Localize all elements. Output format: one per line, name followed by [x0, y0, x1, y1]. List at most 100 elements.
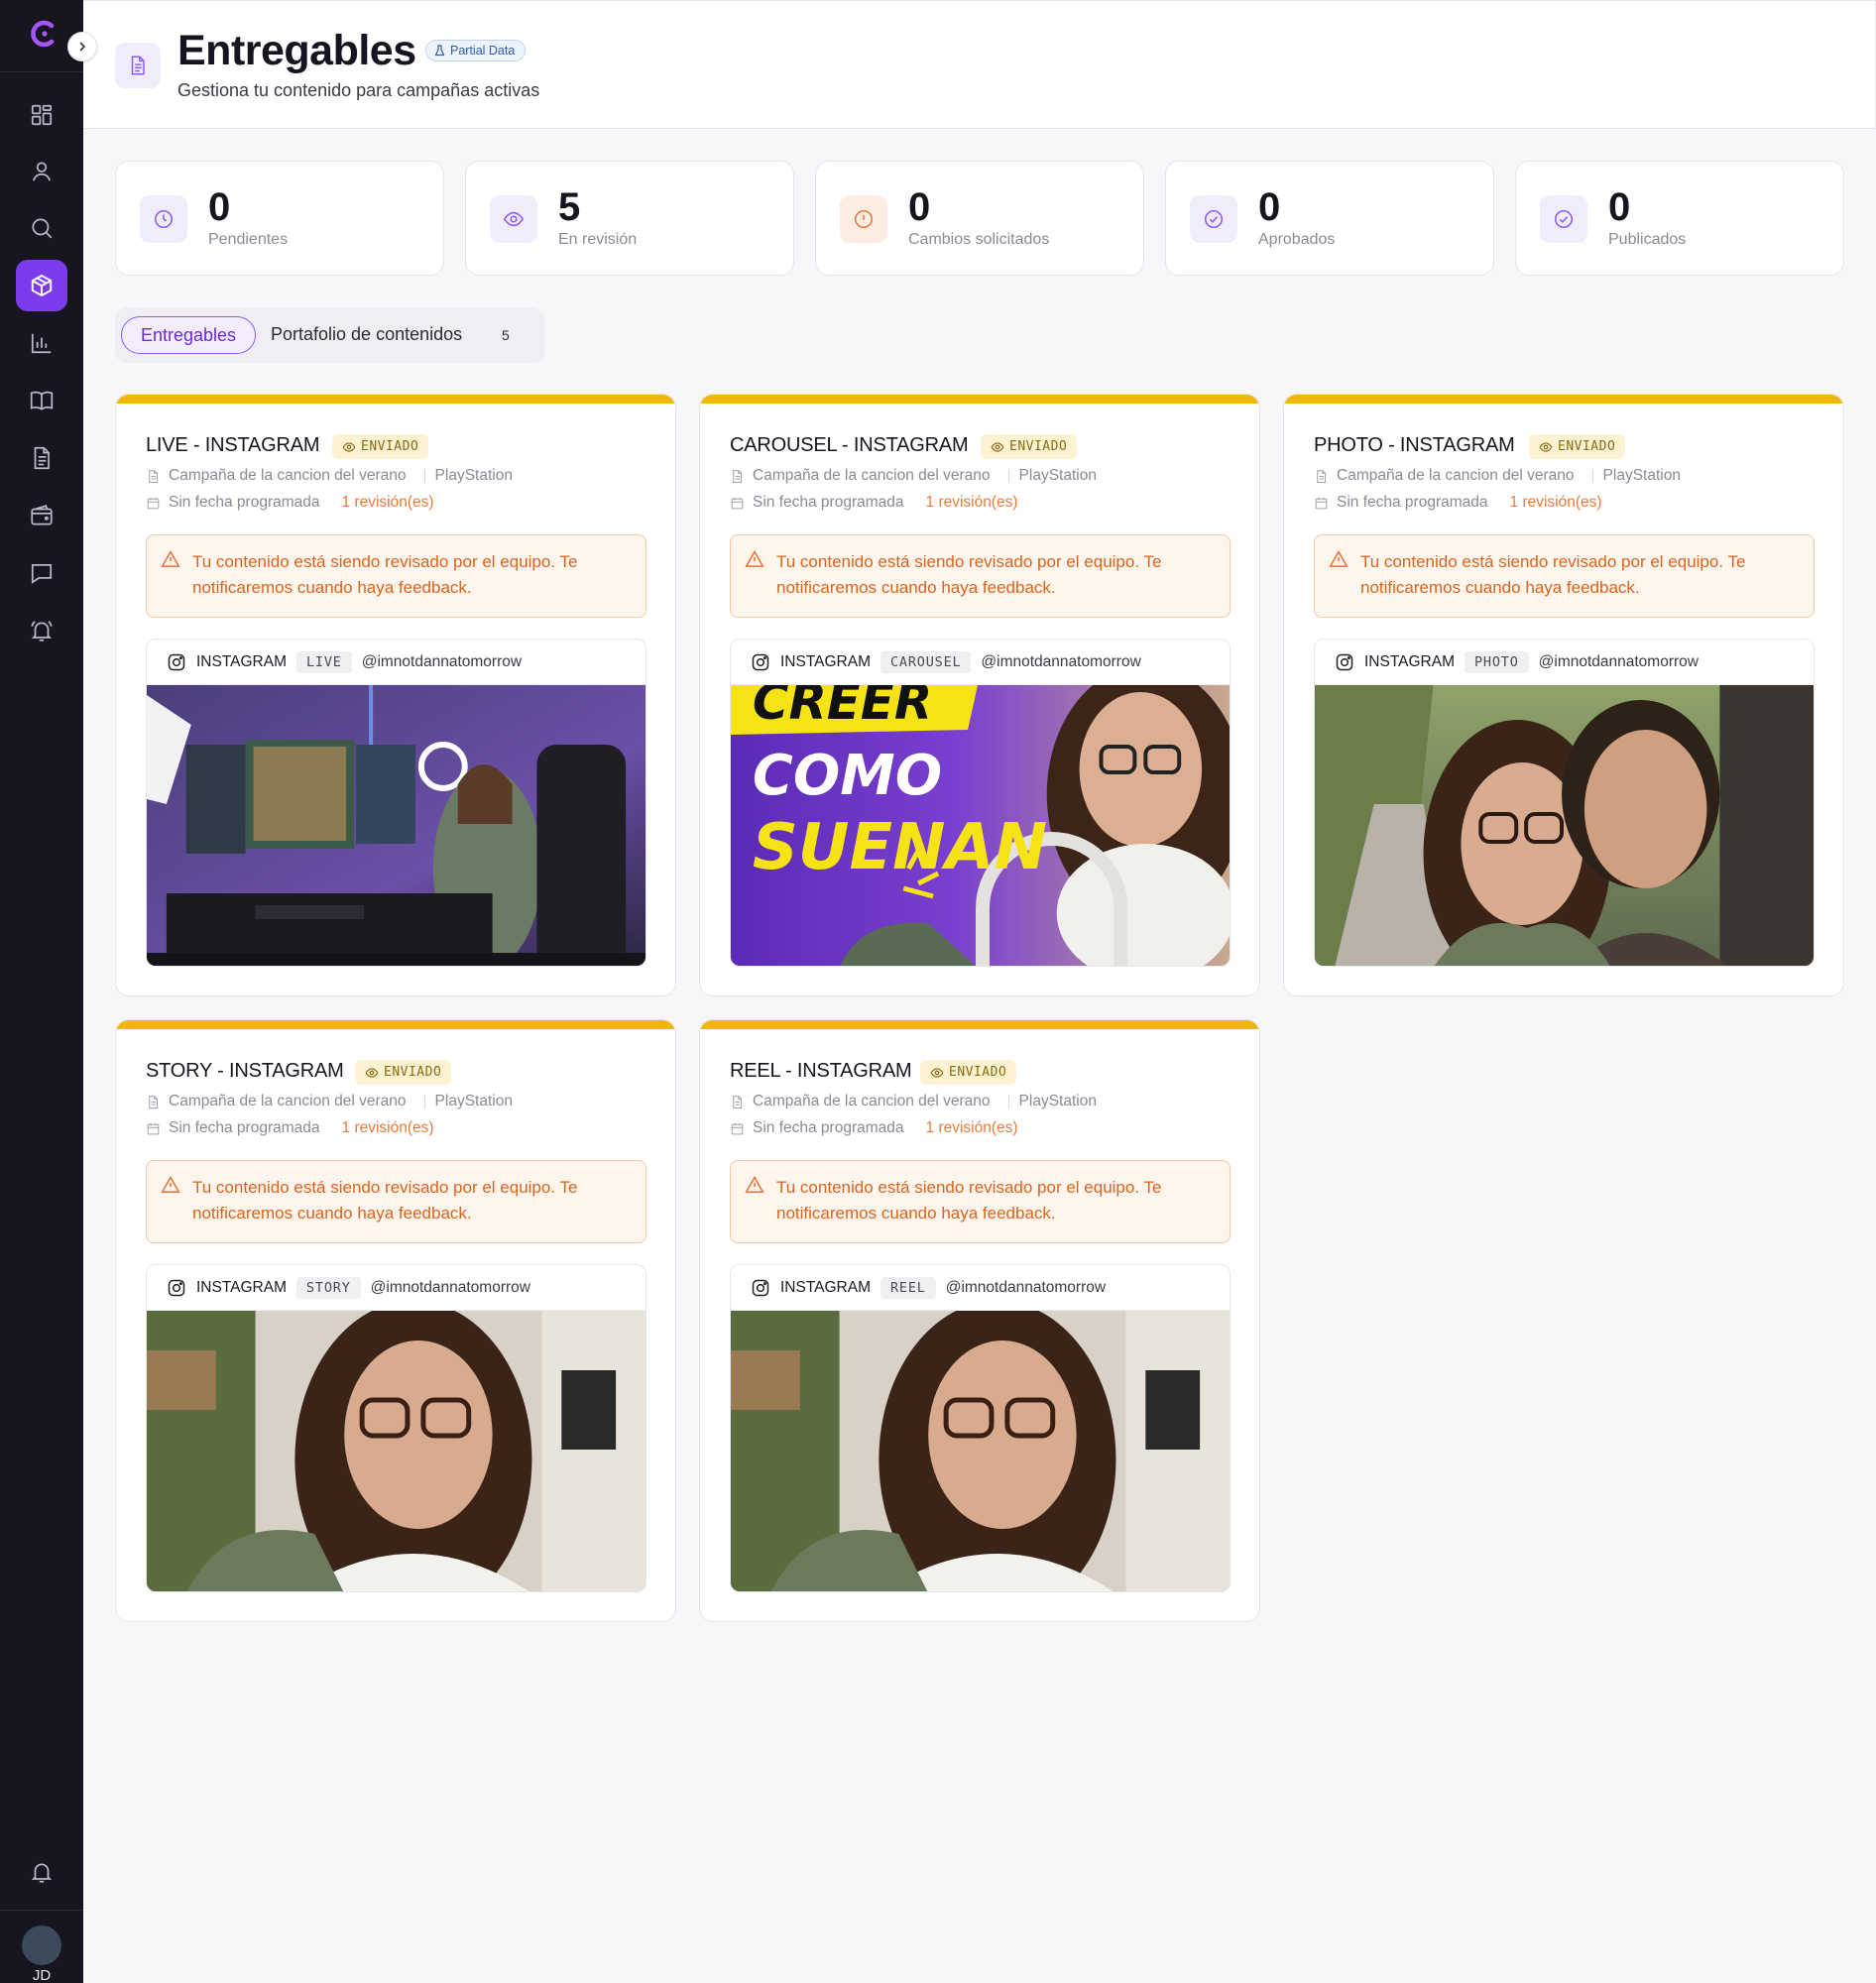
status-badge: ENVIADO — [355, 1060, 452, 1085]
chat-icon — [31, 564, 53, 584]
alert-message: Tu contenido está siendo revisado por el… — [776, 552, 1162, 597]
meta-divider — [1591, 469, 1593, 483]
stat-label: En revisión — [558, 231, 638, 248]
creator-handle: @imnotdannatomorrow — [361, 652, 523, 670]
media-preview[interactable]: INSTAGRAM STORY @imnotdannatomorrow — [146, 1264, 646, 1592]
brand-name: PlayStation — [1018, 467, 1097, 484]
stat-icon-wrap — [490, 195, 537, 243]
sidebar-item-guides[interactable] — [16, 375, 67, 426]
revision-count[interactable]: 1 revisión(es) — [1510, 494, 1602, 512]
sidebar-toggle-button[interactable] — [67, 32, 97, 61]
instagram-icon — [168, 653, 185, 670]
campaign-row: Campaña de la cancion del verano PlaySta… — [1314, 467, 1681, 485]
deliverable-title: PHOTO - INSTAGRAM — [1314, 434, 1515, 456]
document-icon — [34, 446, 50, 470]
campaign-name[interactable]: Campaña de la cancion del verano — [1337, 467, 1575, 485]
document-icon — [131, 56, 145, 75]
deliverable-card[interactable]: LIVE - INSTAGRAM ENVIADO Campaña de la c… — [115, 394, 676, 996]
platform-name: INSTAGRAM — [780, 1278, 871, 1296]
couple-selfie-photo — [1315, 685, 1814, 966]
campaign-name[interactable]: Campaña de la cancion del verano — [753, 1093, 991, 1110]
tab-portafolio[interactable]: Portafolio de contenidos — [271, 324, 462, 345]
status-badge: ENVIADO — [920, 1060, 1017, 1085]
eye-icon — [991, 441, 1004, 452]
campaign-name[interactable]: Campaña de la cancion del verano — [169, 467, 407, 485]
status-badge: ENVIADO — [981, 434, 1078, 459]
alert-message: Tu contenido está siendo revisado por el… — [192, 1178, 578, 1223]
revision-count[interactable]: 1 revisión(es) — [926, 494, 1018, 512]
format-tag: LIVE — [296, 650, 352, 673]
campaign-name[interactable]: Campaña de la cancion del verano — [169, 1093, 407, 1110]
avatar[interactable] — [22, 1925, 61, 1965]
deliverable-card[interactable]: CAROUSEL - INSTAGRAM ENVIADO Campaña de … — [699, 394, 1260, 996]
schedule-row: Sin fecha programada 1 revisión(es) — [146, 1119, 434, 1137]
gaming-setup-photo — [147, 685, 645, 966]
cover-text-line-1: CREER — [753, 685, 932, 731]
review-alert: Tu contenido está siendo revisado por el… — [730, 1160, 1231, 1243]
media-header: INSTAGRAM LIVE @imnotdannatomorrow — [147, 640, 645, 685]
stat-icon-wrap — [1540, 195, 1587, 243]
sidebar-item-documents[interactable] — [16, 432, 67, 484]
sidebar-divider — [0, 71, 83, 72]
campaign-row: Campaña de la cancion del verano PlaySta… — [730, 1093, 1097, 1110]
meta-divider — [1007, 469, 1009, 483]
eye-icon — [503, 211, 525, 227]
sidebar-item-alerts[interactable] — [16, 605, 67, 656]
stat-icon-wrap — [140, 195, 187, 243]
badge-label: Partial Data — [450, 44, 516, 58]
campaign-name[interactable]: Campaña de la cancion del verano — [753, 467, 991, 485]
revision-count[interactable]: 1 revisión(es) — [342, 1119, 434, 1137]
cover-text-line-3: SUENAN — [753, 811, 1047, 884]
media-preview[interactable]: INSTAGRAM PHOTO @imnotdannatomorrow — [1314, 639, 1815, 967]
deliverable-card[interactable]: PHOTO - INSTAGRAM ENVIADO Campaña de la … — [1283, 394, 1844, 996]
deliverable-title: STORY - INSTAGRAM — [146, 1060, 344, 1082]
document-icon — [733, 1095, 743, 1108]
stat-card-changes-requested: 0 Cambios solicitados — [815, 161, 1144, 276]
sidebar-item-analytics[interactable] — [16, 317, 67, 369]
document-icon — [1317, 469, 1327, 483]
status-label: ENVIADO — [1558, 439, 1616, 454]
stat-card-in-review: 5 En revisión — [465, 161, 794, 276]
alert-message: Tu contenido está siendo revisado por el… — [192, 552, 578, 597]
format-tag: PHOTO — [1465, 650, 1529, 673]
app-logo[interactable] — [28, 18, 59, 50]
tab-bar: Entregables Portafolio de contenidos 5 — [115, 307, 544, 363]
media-preview[interactable]: INSTAGRAM REEL @imnotdannatomorrow — [730, 1264, 1231, 1592]
meta-divider — [423, 469, 425, 483]
platform-name: INSTAGRAM — [196, 1278, 287, 1296]
revision-count[interactable]: 1 revisión(es) — [342, 494, 434, 512]
sidebar-item-dashboard[interactable] — [16, 89, 67, 141]
status-badge: ENVIADO — [1529, 434, 1626, 459]
warning-icon — [161, 1175, 180, 1193]
media-header: INSTAGRAM REEL @imnotdannatomorrow — [731, 1265, 1230, 1311]
platform-name: INSTAGRAM — [1364, 652, 1455, 670]
sidebar-item-search[interactable] — [16, 202, 67, 254]
sidebar-item-messages[interactable] — [16, 547, 67, 599]
deliverable-card[interactable]: REEL - INSTAGRAM ENVIADO Campaña de la c… — [699, 1019, 1260, 1622]
stat-label: Pendientes — [208, 231, 289, 248]
stat-value: 0 — [1608, 185, 1631, 229]
media-preview[interactable]: INSTAGRAM CAROUSEL @imnotdannatomorrow C… — [730, 639, 1231, 967]
revision-count[interactable]: 1 revisión(es) — [926, 1119, 1018, 1137]
alert-circle-icon — [854, 209, 874, 229]
stat-value: 0 — [208, 185, 231, 229]
sidebar-item-deliverables[interactable] — [16, 260, 67, 311]
deliverable-card[interactable]: STORY - INSTAGRAM ENVIADO Campaña de la … — [115, 1019, 676, 1622]
card-status-bar — [116, 395, 675, 404]
platform-name: INSTAGRAM — [780, 652, 871, 670]
media-preview[interactable]: INSTAGRAM LIVE @imnotdannatomorrow — [146, 639, 646, 967]
user-initials: JD — [32, 1967, 52, 1983]
deliverable-title: CAROUSEL - INSTAGRAM — [730, 434, 969, 456]
book-icon — [30, 391, 54, 410]
notifications-button[interactable] — [16, 1846, 67, 1898]
tab-entregables[interactable]: Entregables — [121, 316, 256, 354]
eye-icon — [365, 1067, 379, 1078]
schedule-row: Sin fecha programada 1 revisión(es) — [1314, 494, 1602, 512]
schedule-row: Sin fecha programada 1 revisión(es) — [146, 494, 434, 512]
sidebar-item-wallet[interactable] — [16, 490, 67, 541]
review-alert: Tu contenido está siendo revisado por el… — [730, 534, 1231, 618]
bar-chart-icon — [31, 333, 52, 354]
stat-label: Publicados — [1608, 231, 1687, 248]
sidebar-item-profile[interactable] — [16, 146, 67, 197]
bell-icon — [31, 1863, 53, 1883]
